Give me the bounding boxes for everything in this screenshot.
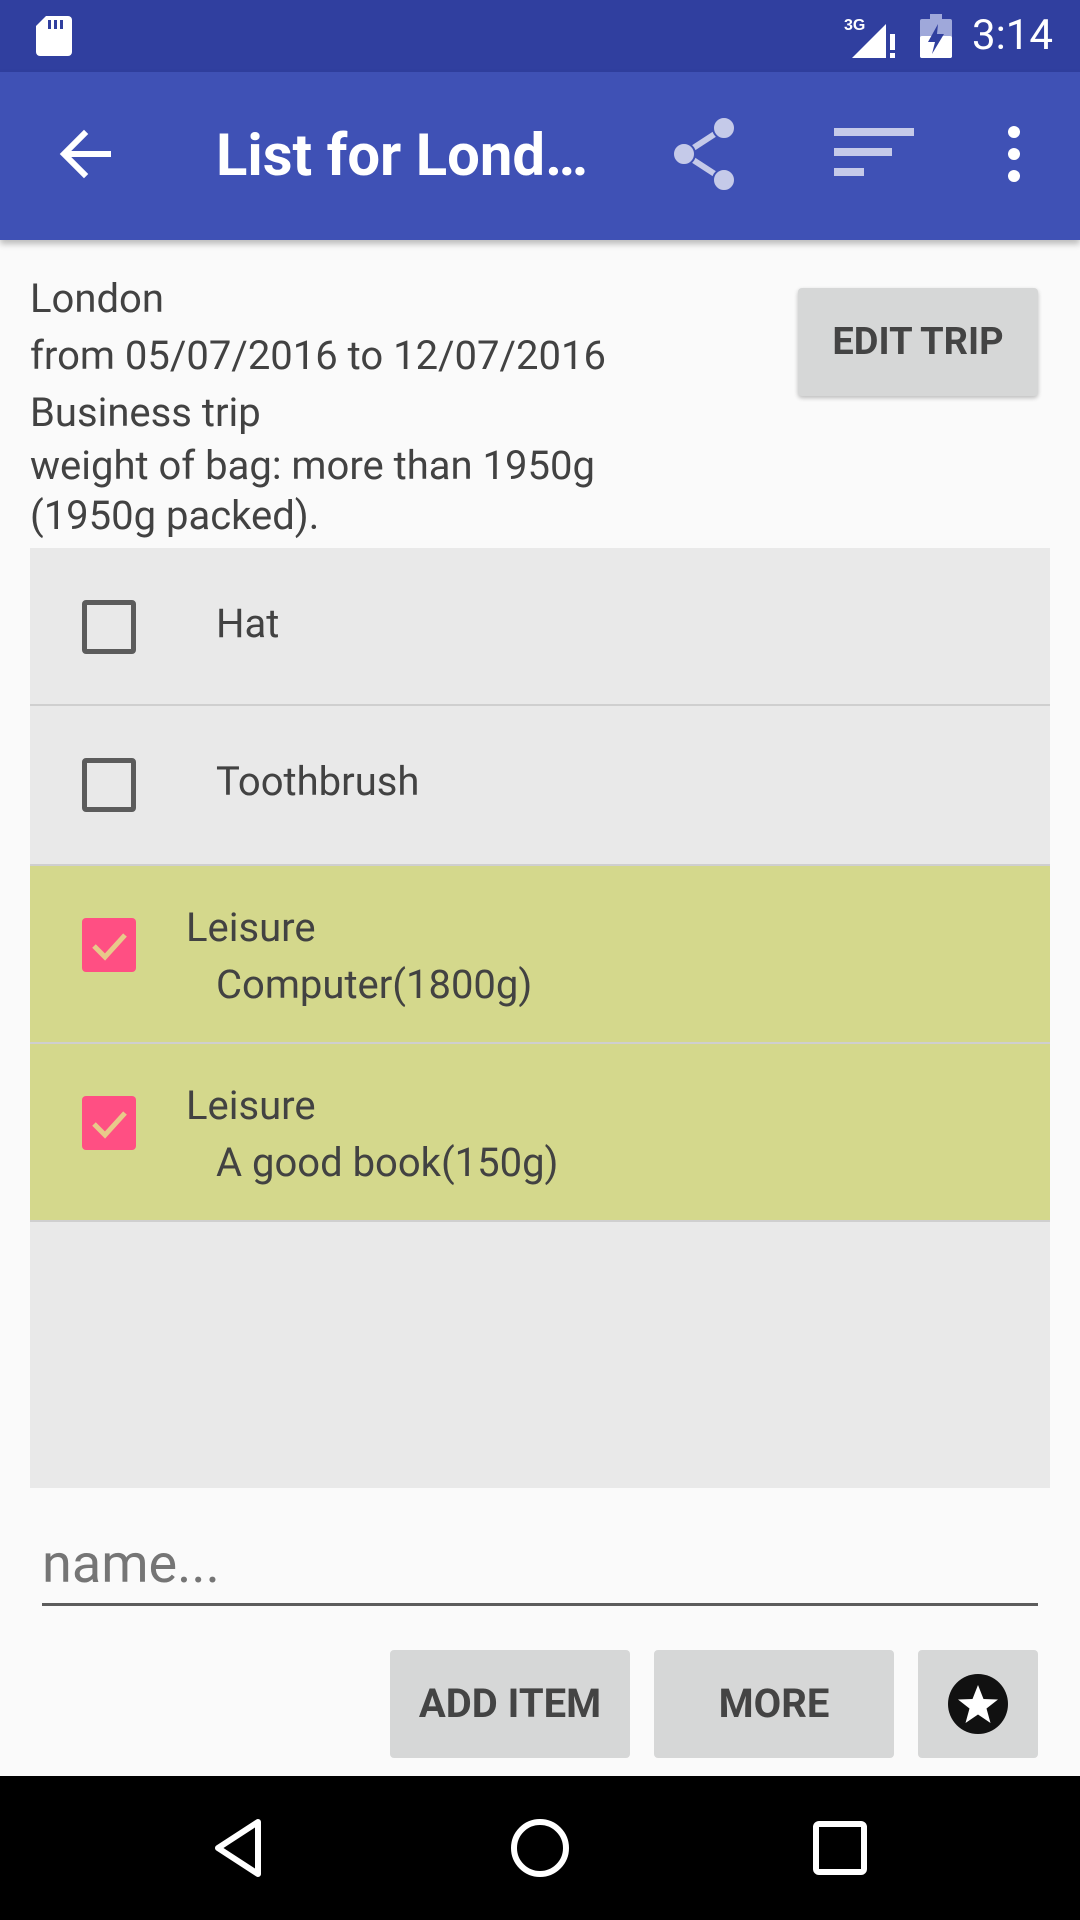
- battery-icon: [920, 14, 952, 58]
- recents-square-icon[interactable]: [808, 1816, 872, 1880]
- back-arrow-icon[interactable]: [54, 122, 118, 186]
- home-circle-icon[interactable]: [508, 1816, 572, 1880]
- item-label: Toothbrush: [216, 758, 420, 805]
- list-item[interactable]: Hat: [30, 548, 1050, 706]
- item-checkbox[interactable]: [82, 1096, 136, 1150]
- sort-icon[interactable]: [832, 124, 918, 184]
- navigation-bar: [0, 1776, 1080, 1920]
- list-item[interactable]: Leisure A good book(150g): [30, 1044, 1050, 1222]
- trip-weight: weight of bag: more than 1950g (1950g pa…: [30, 442, 595, 539]
- list-item[interactable]: Toothbrush: [30, 706, 1050, 866]
- trip-destination: London: [30, 275, 164, 322]
- trip-dates: from 05/07/2016 to 12/07/2016: [30, 332, 606, 379]
- svg-text:3G: 3G: [844, 17, 865, 34]
- item-category: Leisure: [186, 1082, 316, 1129]
- item-label: Hat: [216, 600, 280, 647]
- star-icon: [948, 1674, 1008, 1734]
- item-name-input[interactable]: [42, 1526, 1038, 1606]
- item-category: Leisure: [186, 904, 316, 951]
- page-title: List for London: [216, 122, 606, 190]
- trip-info: London from 05/07/2016 to 12/07/2016 Bus…: [30, 270, 750, 541]
- check-icon: [92, 933, 127, 961]
- overflow-menu-icon[interactable]: [1000, 124, 1028, 184]
- item-label: A good book(150g): [216, 1139, 559, 1186]
- signal-icon: 3G: [844, 17, 895, 58]
- back-triangle-icon[interactable]: [208, 1816, 272, 1880]
- sd-card-icon: [36, 16, 72, 56]
- share-icon[interactable]: [664, 114, 744, 194]
- check-icon: [92, 1111, 127, 1139]
- trip-type: Business trip: [30, 389, 261, 436]
- status-bar: 3G 3:14: [0, 0, 1080, 72]
- item-checkbox[interactable]: [82, 758, 136, 812]
- favorite-button[interactable]: [918, 1650, 1038, 1758]
- item-label: Computer(1800g): [216, 961, 533, 1008]
- edit-trip-button[interactable]: EDIT TRIP: [798, 288, 1038, 396]
- item-checkbox[interactable]: [82, 600, 136, 654]
- status-time: 3:14: [972, 11, 1053, 60]
- item-checkbox[interactable]: [82, 918, 136, 972]
- packing-list: Hat Toothbrush Leisure Computer(1800g) L…: [30, 548, 1050, 1488]
- app-bar: List for London: [0, 72, 1080, 240]
- add-item-button[interactable]: ADD ITEM: [390, 1650, 630, 1758]
- more-button[interactable]: MORE: [654, 1650, 894, 1758]
- list-item[interactable]: Leisure Computer(1800g): [30, 866, 1050, 1044]
